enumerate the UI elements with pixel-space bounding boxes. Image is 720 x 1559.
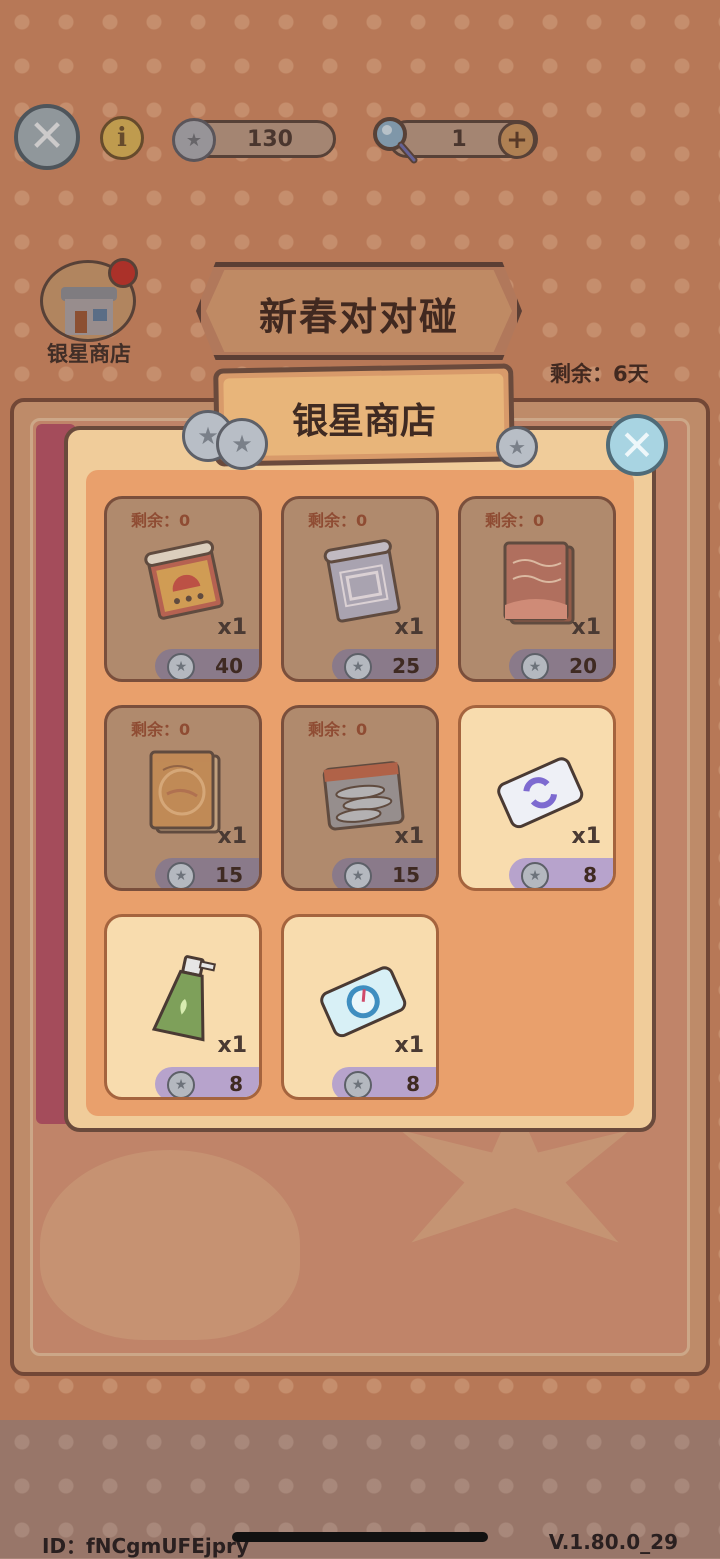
silver-star-price-icon: ★ [167,1071,195,1097]
shop-item-card[interactable]: x1 8 ★ [458,705,616,891]
item-quantity: x1 [217,615,248,640]
shop-item-card[interactable]: 剩余：0 x1 20 ★ [458,496,616,682]
item-quantity: x1 [394,1033,425,1058]
silver-coin-decoration-icon: ★ [216,418,268,470]
shop-item-card[interactable]: x1 8 ★ [281,914,439,1100]
silver-star-price-icon: ★ [521,862,549,888]
silver-star-price-icon: ★ [344,1071,372,1097]
shop-item-card[interactable]: x1 8 ★ [104,914,262,1100]
silver-star-price-icon: ★ [521,653,549,679]
player-id: ID：fNCgmUFEjpry [42,1534,249,1558]
silver-star-price-icon: ★ [344,653,372,679]
item-remaining: 剩余：0 [131,720,191,739]
item-quantity: x1 [217,1033,248,1058]
home-indicator[interactable] [232,1532,488,1542]
shop-item-card[interactable]: 剩余：0 x1 15 ★ [104,705,262,891]
shop-item-card[interactable]: 剩余：0 x1 25 ★ [281,496,439,682]
silver-star-price-icon: ★ [344,862,372,888]
item-quantity: x1 [394,824,425,849]
shop-item-card[interactable]: 剩余：0 x1 40 ★ [104,496,262,682]
shop-item-card[interactable]: 剩余：0 x1 15 ★ [281,705,439,891]
item-quantity: x1 [394,615,425,640]
item-remaining: 剩余：0 [131,511,191,530]
item-remaining: 剩余：0 [308,720,368,739]
item-quantity: x1 [571,824,602,849]
item-quantity: x1 [217,824,248,849]
close-shop-button[interactable]: ✕ [606,414,668,476]
silver-coin-decoration-icon: ★ [496,426,538,468]
item-remaining: 剩余：0 [308,511,368,530]
app-version: V.1.80.0_29 [548,1530,678,1554]
silver-star-price-icon: ★ [167,653,195,679]
item-quantity: x1 [571,615,602,640]
item-remaining: 剩余：0 [485,511,545,530]
silver-star-price-icon: ★ [167,862,195,888]
